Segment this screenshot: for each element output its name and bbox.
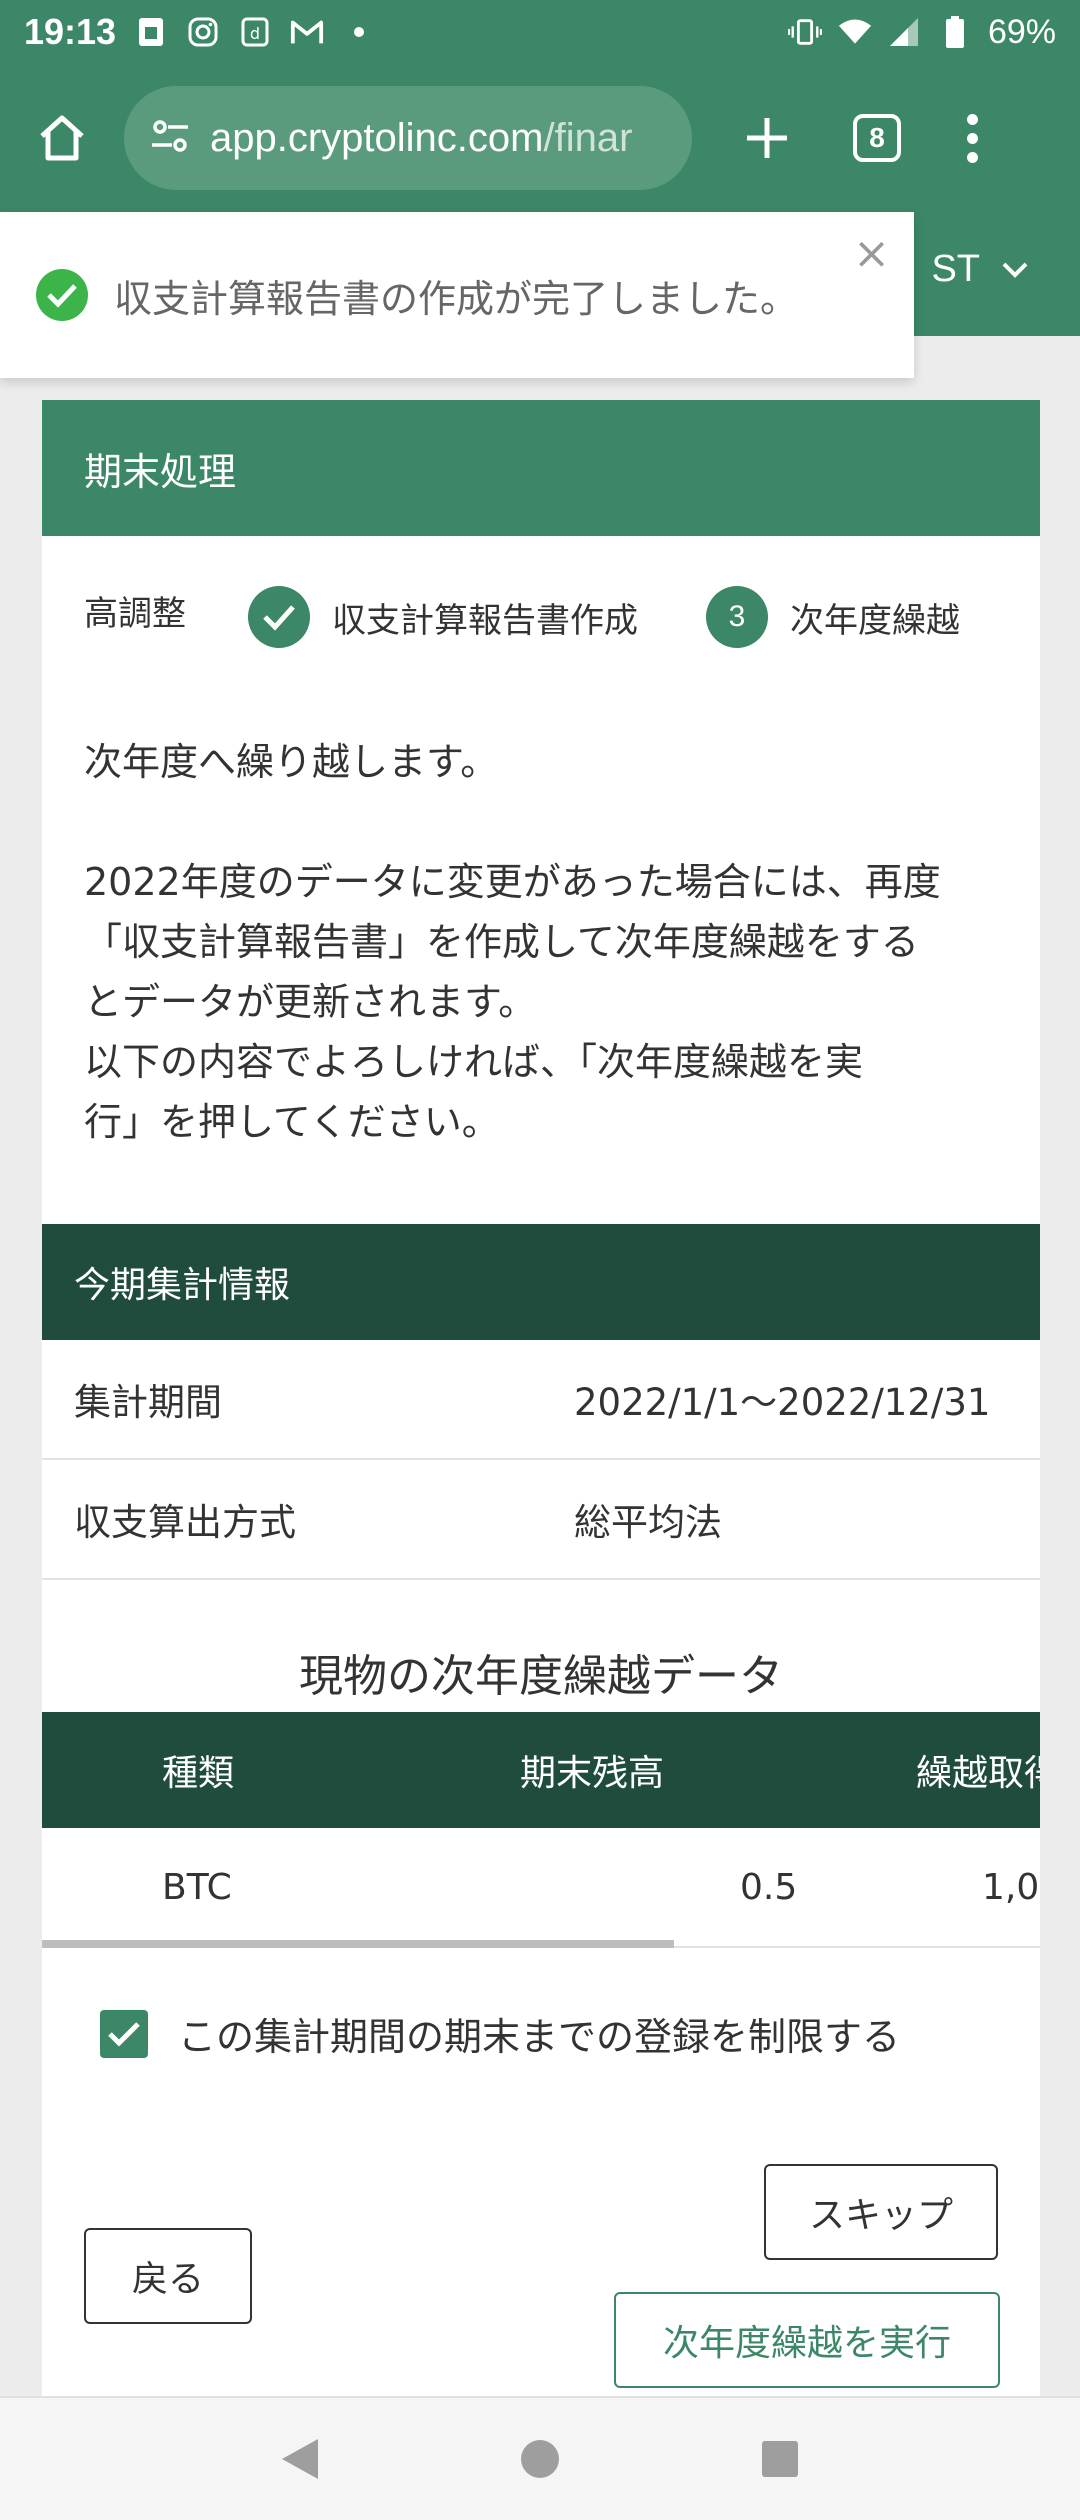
toast-message: 収支計算報告書の作成が完了しました。 — [114, 276, 799, 321]
instagram-icon — [186, 15, 220, 49]
step-3: 3 次年度繰越 — [706, 586, 960, 648]
sim-icon — [134, 15, 168, 49]
battery-level: 69% — [987, 12, 1056, 51]
new-tab-button[interactable] — [732, 103, 802, 173]
system-nav-bar — [0, 2396, 1080, 2520]
success-toast: 収支計算報告書の作成が完了しました。 × — [0, 212, 914, 378]
back-nav-button[interactable] — [270, 2429, 330, 2489]
battery-icon — [938, 15, 972, 49]
summary-heading: 今期集計情報 — [42, 1224, 1040, 1340]
signal-icon — [888, 15, 922, 49]
vibrate-icon — [787, 15, 822, 49]
carry-title: 現物の次年度繰越データ — [299, 1651, 783, 1702]
table-row: BTC 0.5 1,04 — [42, 1828, 1040, 1948]
browser-toolbar: app.cryptolinc.com/finar 8 — [0, 64, 1080, 212]
svg-text:d: d — [250, 24, 260, 43]
summary-row-method: 収支算出方式 総平均法 — [42, 1460, 1040, 1580]
step-2: 収支計算報告書作成 — [248, 586, 638, 648]
step-check-icon — [248, 586, 310, 648]
tab-switcher-button[interactable]: 8 — [842, 103, 912, 173]
skip-button[interactable]: スキップ — [764, 2164, 998, 2260]
close-icon[interactable]: × — [853, 232, 890, 276]
description: 次年度へ繰り越します。 2022年度のデータに変更があった場合には、再度 「収支… — [84, 740, 941, 1144]
restrict-checkbox-row[interactable]: この集計期間の期末までの登録を制限する — [100, 2006, 900, 2061]
square-recents-icon — [762, 2441, 798, 2477]
table-header: 種類 期末残高 繰越取得 — [42, 1712, 1040, 1828]
table-scrollbar[interactable] — [42, 1940, 674, 1948]
home-button[interactable] — [20, 96, 104, 180]
back-button[interactable]: 戻る — [84, 2228, 252, 2324]
tab-count: 8 — [853, 114, 901, 162]
step-1: 高調整 — [84, 594, 186, 634]
checkmark-icon — [108, 2021, 140, 2047]
status-bar: 19:13 d 69% — [0, 0, 1080, 64]
card-title: 期末処理 — [42, 400, 1040, 536]
notification-dot-icon — [342, 15, 376, 49]
step-number: 3 — [706, 586, 768, 648]
chevron-down-icon — [1002, 262, 1028, 278]
header-select[interactable]: ST — [931, 248, 1030, 291]
summary-row-period: 集計期間 2022/1/1〜2022/12/31 — [42, 1340, 1040, 1460]
restrict-checkbox[interactable] — [100, 2009, 148, 2058]
home-nav-button[interactable] — [510, 2429, 570, 2489]
home-icon — [40, 115, 84, 161]
recents-nav-button[interactable] — [750, 2429, 810, 2489]
more-vert-icon — [966, 113, 978, 125]
check-circle-icon — [36, 269, 88, 321]
carry-table[interactable]: 種類 期末残高 繰越取得 BTC 0.5 1,04 — [42, 1712, 1040, 1952]
year-end-card: 期末処理 高調整 収支計算報告書作成 3 次年度繰越 次年度へ繰り越します。 2… — [42, 400, 1040, 2400]
url-text: app.cryptolinc.com/finar — [210, 115, 633, 160]
wifi-icon — [838, 15, 872, 49]
address-bar[interactable]: app.cryptolinc.com/finar — [124, 86, 692, 190]
plus-icon — [747, 118, 787, 158]
app-d-icon: d — [238, 15, 272, 49]
status-time: 19:13 — [24, 11, 117, 52]
triangle-back-icon — [282, 2439, 318, 2479]
execute-carry-button[interactable]: 次年度繰越を実行 — [614, 2292, 1000, 2388]
restrict-label: この集計期間の期末までの登録を制限する — [178, 2015, 901, 2059]
stepper: 高調整 収支計算報告書作成 3 次年度繰越 — [42, 536, 1040, 702]
site-settings-icon[interactable] — [148, 114, 192, 162]
circle-home-icon — [521, 2440, 559, 2478]
more-menu-button[interactable] — [952, 103, 992, 173]
gmail-icon — [290, 15, 324, 49]
